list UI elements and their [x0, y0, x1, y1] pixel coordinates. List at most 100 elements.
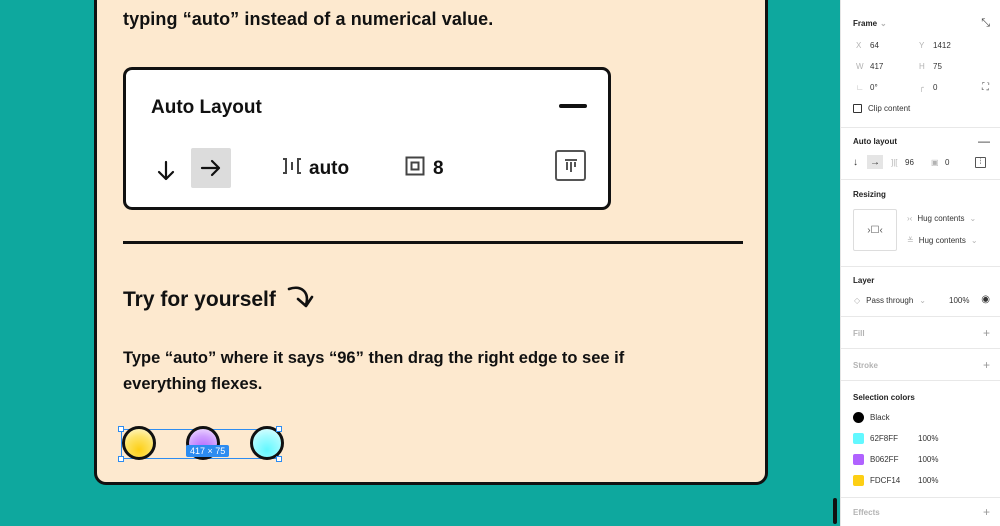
resizing-section: Resizing ›☐‹ ›‹ Hug contents ⌄ ≚ Hug con… [841, 180, 1000, 267]
auto-layout-illustration: Auto Layout auto 8 [123, 67, 611, 210]
chevron-down-icon: ⌄ [970, 236, 978, 245]
color-opacity[interactable]: 100% [918, 434, 938, 443]
frame-title: Frame [853, 19, 878, 28]
x-value: 64 [870, 41, 879, 50]
color-row-62f8ff[interactable]: 62F8FF 100% [853, 433, 938, 444]
padding-input[interactable]: 0 [945, 158, 975, 167]
layer-opacity-input[interactable]: 100% [949, 296, 969, 305]
w-value: 417 [870, 62, 884, 71]
chevron-down-icon: ⌄ [969, 214, 977, 223]
color-row-b062ff[interactable]: B062FF 100% [853, 454, 938, 465]
eye-icon[interactable]: ◉ [981, 294, 990, 305]
fill-section: Fill + [841, 317, 1000, 349]
resize-handle-top-left[interactable] [118, 426, 124, 432]
curved-arrow-icon [286, 283, 316, 317]
effects-title: Effects [853, 508, 880, 517]
horizontal-resizing-value: Hug contents [917, 214, 965, 223]
w-label: W [856, 62, 864, 71]
x-field[interactable]: X 64 [856, 41, 916, 50]
resize-handle-bottom-left[interactable] [118, 456, 124, 462]
arrow-down-icon [152, 152, 180, 190]
color-swatch[interactable] [853, 433, 864, 444]
independent-corners-icon[interactable]: ⛶ [982, 82, 989, 93]
instruction-text: Type “auto” where it says “96” then drag… [123, 349, 625, 393]
auto-layout-title: Auto Layout [151, 97, 262, 118]
padding-icon [405, 156, 425, 181]
selection-colors-title: Selection colors [853, 393, 915, 402]
color-swatch[interactable] [853, 475, 864, 486]
resize-handle-bottom-right[interactable] [276, 456, 282, 462]
padding-control: 8 [405, 156, 444, 181]
vertical-hug-icon: ≚ [907, 236, 914, 245]
try-title: Try for yourself [123, 288, 276, 311]
chevron-down-icon: ⌄ [919, 296, 926, 305]
rotation-field[interactable]: ∟ 0° [856, 83, 916, 92]
blend-mode-icon: ◇ [854, 296, 861, 305]
corner-radius-icon: ╭ [919, 83, 924, 92]
frame-dropdown[interactable]: Frame ⌄ [853, 19, 887, 28]
layer-title: Layer [853, 276, 875, 285]
canvas-scrollbar[interactable] [833, 498, 837, 524]
design-canvas[interactable]: typing “auto” instead of a numerical val… [0, 0, 840, 526]
try-section-heading: Try for yourself [123, 283, 316, 317]
radius-field[interactable]: ╭ 0 [919, 83, 979, 92]
auto-layout-section: Auto layout — ↓ → ]|[ 96 ▣ 0 ⁞ [841, 128, 1000, 180]
spacing-input[interactable]: 96 [905, 158, 931, 167]
spacing-icon [281, 156, 303, 181]
add-effect-icon[interactable]: + [983, 506, 990, 518]
horizontal-hug-icon: ›‹ [907, 214, 913, 223]
minus-icon [559, 104, 587, 108]
color-swatch[interactable] [853, 454, 864, 465]
color-opacity[interactable]: 100% [918, 455, 938, 464]
spacing-between-icon: ]|[ [891, 157, 898, 167]
color-name: FDCF14 [870, 476, 901, 485]
color-name: B062FF [870, 455, 899, 464]
resize-handle-top-right[interactable] [276, 426, 282, 432]
h-field[interactable]: H 75 [919, 62, 979, 71]
color-name: Black [870, 413, 890, 422]
stroke-title: Stroke [853, 361, 878, 370]
h-label: H [919, 62, 925, 71]
y-field[interactable]: Y 1412 [919, 41, 979, 50]
selection-colors-section: Selection colors Black 62F8FF 100% B062F… [841, 381, 1000, 498]
spacing-value: auto [309, 157, 350, 179]
x-label: X [856, 41, 862, 50]
resizing-preview: ›☐‹ [853, 209, 897, 251]
rotation-icon: ∟ [856, 83, 864, 92]
yellow-circle[interactable] [122, 426, 156, 460]
clip-content-checkbox[interactable]: Clip content [853, 104, 910, 113]
rotation-value: 0° [870, 83, 878, 92]
stroke-section: Stroke + [841, 349, 1000, 381]
effects-section: Effects + [841, 498, 1000, 526]
selection-size-badge: 417 × 75 [186, 445, 230, 457]
frame-section: Frame ⌄ ⤡ X 64 Y 1412 W 417 H 75 ∟ 0° ╭ … [841, 0, 1000, 128]
color-name: 62F8FF [870, 434, 899, 443]
color-row-fdcf14[interactable]: FDCF14 100% [853, 475, 938, 486]
padding-box-icon: ▣ [931, 157, 939, 167]
h-value: 75 [933, 62, 942, 71]
color-swatch[interactable] [853, 412, 864, 423]
tutorial-card: typing “auto” instead of a numerical val… [94, 0, 768, 485]
spacing-control: auto [281, 156, 349, 181]
color-opacity[interactable]: 100% [918, 476, 938, 485]
vertical-direction-icon[interactable]: ↓ [853, 157, 867, 168]
horizontal-direction-icon[interactable]: → [867, 155, 883, 169]
vertical-resizing-value: Hug contents [918, 236, 966, 245]
alignment-grid-icon[interactable]: ⁞ [975, 156, 986, 168]
color-row-black[interactable]: Black [853, 412, 890, 423]
chevron-down-icon: ⌄ [880, 19, 887, 28]
clip-content-label: Clip content [868, 104, 911, 113]
remove-auto-layout-icon[interactable]: — [978, 134, 990, 148]
add-fill-icon[interactable]: + [983, 327, 990, 339]
horizontal-resizing-dropdown[interactable]: ›‹ Hug contents ⌄ [907, 214, 976, 223]
blend-mode-dropdown[interactable]: ◇ Pass through ⌄ [854, 296, 926, 305]
properties-panel: Frame ⌄ ⤡ X 64 Y 1412 W 417 H 75 ∟ 0° ╭ … [840, 0, 1000, 526]
radius-value: 0 [933, 83, 938, 92]
intro-text: typing “auto” instead of a numerical val… [123, 9, 494, 29]
checkbox-icon [853, 104, 862, 113]
w-field[interactable]: W 417 [856, 62, 916, 71]
auto-layout-section-title: Auto layout [853, 137, 897, 146]
add-stroke-icon[interactable]: + [983, 359, 990, 371]
vertical-resizing-dropdown[interactable]: ≚ Hug contents ⌄ [907, 236, 978, 245]
collapse-frame-icon[interactable]: ⤡ [981, 17, 990, 30]
